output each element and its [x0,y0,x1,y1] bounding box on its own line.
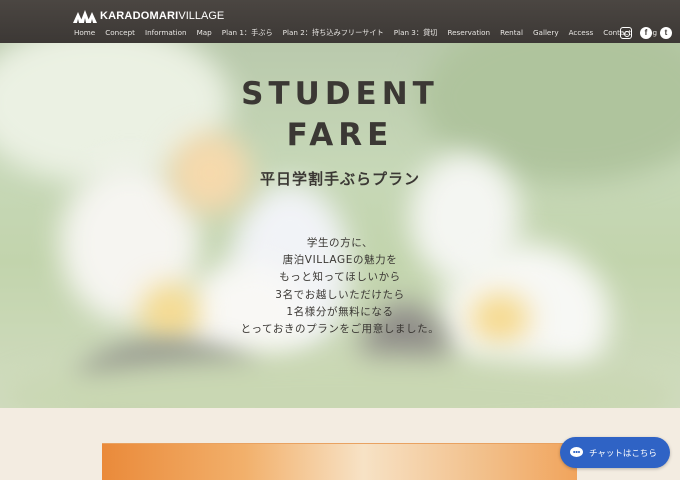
nav-plan-1[interactable]: Plan 1：手ぶら [222,28,273,38]
hero-description-line: 3名でお越しいただけたら [275,288,405,301]
nav-plan-2[interactable]: Plan 2：持ち込みフリーサイト [283,28,384,38]
nav-gallery[interactable]: Gallery [533,28,559,38]
hero-description-line: とっておきのプランをご用意しました。 [240,323,440,336]
nav-rental[interactable]: Rental [500,28,523,38]
nav-information[interactable]: Information [145,28,187,38]
nav-concept[interactable]: Concept [105,28,135,38]
nav-map[interactable]: Map [197,28,212,38]
logo-text-light: VILLAGE [178,10,225,22]
instagram-icon[interactable] [620,27,632,39]
tent-logo-icon [73,10,97,23]
facebook-icon[interactable]: f [640,27,652,39]
hero-description-line: 学生の方に、 [306,237,374,249]
hero-description-line: もっと知ってほしいから [279,271,401,284]
plan-card-image [102,443,577,480]
site-logo[interactable]: KARADOMARI VILLAGE [73,8,224,24]
chat-button-label: チャットはこちら [589,448,657,459]
chat-button[interactable]: チャットはこちら [560,437,670,468]
logo-text-bold: KARADOMARI [100,10,179,22]
nav-access[interactable]: Access [569,28,594,38]
hero-description-line: 1名様分が無料になる [286,305,394,318]
nav-plan-3[interactable]: Plan 3：貸切 [394,28,438,38]
social-links: f t [620,27,672,39]
nav-reservation[interactable]: Reservation [447,28,490,38]
main-nav: Home Concept Information Map Plan 1：手ぶら … [74,28,667,38]
site-header: KARADOMARI VILLAGE Home Concept Informat… [0,0,680,43]
nav-home[interactable]: Home [74,28,95,38]
hero-description-line: 唐泊VILLAGEの魅力を [282,254,398,267]
hero-subtitle: 平日学割手ぶらプラン [259,170,420,188]
hero-section: STUDENT FARE 平日学割手ぶらプラン 学生の方に、 唐泊VILLAGE… [0,43,680,408]
hero-description: 学生の方に、 唐泊VILLAGEの魅力を もっと知ってほしいから 3名でお越しい… [0,235,680,338]
hero-title-line-1: STUDENT [241,76,439,112]
chat-bubble-icon [570,447,583,458]
twitter-icon[interactable]: t [660,27,672,39]
hero-title-line-2: FARE [286,117,394,153]
